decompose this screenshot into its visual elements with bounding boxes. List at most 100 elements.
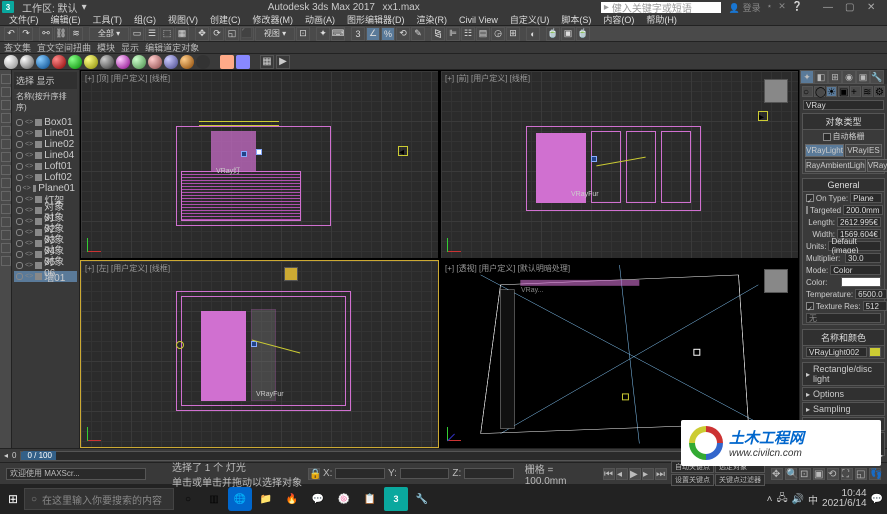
scene-tree-item[interactable]: <>Loft01 (14, 161, 77, 172)
maximize-button[interactable]: ▢ (845, 2, 855, 12)
app-icon-2[interactable]: 📋 (358, 487, 382, 511)
shape-cat-icon[interactable]: ◯ (814, 86, 825, 97)
visibility-icon[interactable] (16, 207, 23, 214)
nav-orbit-button[interactable]: ⟲ (827, 468, 839, 480)
nav-fov-button[interactable]: ▣ (813, 468, 825, 480)
visibility-icon[interactable] (16, 130, 23, 137)
temp-input[interactable]: 6500.0 (855, 289, 887, 299)
tray-vol-icon[interactable]: 🔊 (792, 494, 804, 505)
mirror-button[interactable]: ⧎ (431, 27, 445, 41)
manipulate-button[interactable]: ✦ (316, 27, 330, 41)
lvt-9[interactable] (1, 178, 11, 188)
browser-icon[interactable]: 🔥 (280, 487, 304, 511)
close-button[interactable]: ✕ (867, 2, 877, 12)
vp-label-left[interactable]: [+] [左] [用户定义] [线框] (85, 263, 170, 274)
motion-tab[interactable]: ◉ (842, 70, 856, 84)
mat-orb-1[interactable] (4, 55, 18, 69)
visibility-icon[interactable] (16, 240, 23, 247)
autogrid-checkbox[interactable] (823, 133, 831, 141)
res-input[interactable]: 512 (863, 301, 887, 311)
render-frame-button[interactable]: ▣ (561, 27, 575, 41)
visibility-icon[interactable] (16, 119, 23, 126)
menu-item[interactable]: 动画(A) (300, 13, 340, 26)
object-color-swatch[interactable] (869, 347, 881, 357)
nav-pan-button[interactable]: ✥ (771, 468, 783, 480)
mat-orb-3[interactable] (36, 55, 50, 69)
viewcube-persp-icon[interactable] (764, 269, 788, 293)
render-button[interactable]: 🍵 (576, 27, 590, 41)
scene-tree-item[interactable]: <>Line02 (14, 139, 77, 150)
visibility-icon[interactable] (16, 152, 23, 159)
texture-checkbox[interactable] (806, 302, 814, 310)
select-region[interactable]: ⬚ (160, 27, 174, 41)
mat-orb-5[interactable] (68, 55, 82, 69)
toggle-ribbon[interactable]: ▤ (476, 27, 490, 41)
vp-label-persp[interactable]: [+] [透视] [用户定义] [默认明暗处理] (445, 263, 570, 274)
visibility-icon[interactable] (16, 262, 23, 269)
rollup-header[interactable]: Sampling (802, 402, 885, 416)
snap-button[interactable]: 3 (351, 27, 365, 41)
viewport-left[interactable]: [+] [左] [用户定义] [线框] VRayFur (80, 260, 439, 449)
select-name-button[interactable]: ☰ (145, 27, 159, 41)
scale-button[interactable]: ◱ (225, 27, 239, 41)
play-back-button[interactable]: ◂ (616, 468, 628, 480)
menu-item[interactable]: 帮助(H) (641, 13, 682, 26)
utilities-tab[interactable]: 🔧 (870, 70, 884, 84)
cortana-icon[interactable]: ○ (176, 487, 200, 511)
lvt-8[interactable] (1, 165, 11, 175)
menu-item[interactable]: 修改器(M) (248, 13, 299, 26)
lvt-13[interactable] (1, 230, 11, 240)
rotate-button[interactable]: ⟳ (210, 27, 224, 41)
mat-orb-2[interactable] (20, 55, 34, 69)
mat-orb-11[interactable] (164, 55, 178, 69)
wechat-icon[interactable]: 💬 (306, 487, 330, 511)
visibility-icon[interactable] (16, 273, 23, 280)
hierarchy-tab[interactable]: ⊞ (828, 70, 842, 84)
ribbon-item[interactable]: 编辑道定对象 (145, 41, 199, 54)
nav-walk-button[interactable]: 👣 (869, 468, 881, 480)
ribbon-item[interactable]: 查文集 (4, 41, 31, 54)
render-setup-button[interactable]: 🍵 (546, 27, 560, 41)
menu-item[interactable]: 图形编辑器(D) (342, 13, 410, 26)
nav-region-button[interactable]: ◱ (855, 468, 867, 480)
display-tab[interactable]: ▣ (856, 70, 870, 84)
nav-zoom-button[interactable]: 🔍 (785, 468, 797, 480)
tray-up-icon[interactable]: ˄ (767, 494, 773, 505)
nav-max-button[interactable]: ⛶ (841, 468, 853, 480)
ref-coord[interactable]: 视图 ▾ (255, 27, 295, 41)
align-button[interactable]: ⊫ (446, 27, 460, 41)
app-icon-3[interactable]: 🔧 (410, 487, 434, 511)
visibility-icon[interactable] (16, 141, 23, 148)
on-checkbox[interactable] (806, 194, 814, 202)
vrayies-button[interactable]: VRayIES (845, 144, 882, 157)
schematic-button[interactable]: ⊞ (506, 27, 520, 41)
explorer-icon[interactable]: 📁 (254, 487, 278, 511)
maxscript-mini[interactable]: 欢迎使用 MAXScr... (6, 468, 146, 480)
coord-y-input[interactable] (400, 468, 450, 479)
vraylight-button[interactable]: VRayLight (805, 144, 844, 157)
mat-orb-15[interactable] (236, 55, 250, 69)
visibility-icon[interactable] (16, 229, 23, 236)
3dsmax-taskbar-icon[interactable]: 3 (384, 487, 408, 511)
menu-item[interactable]: 自定义(U) (505, 13, 555, 26)
visibility-icon[interactable] (16, 174, 23, 181)
account-area[interactable]: 👤 登录⋆✕❔ (729, 1, 803, 14)
use-center[interactable]: ⊡ (296, 27, 310, 41)
mat-orb-8[interactable] (116, 55, 130, 69)
placement-button[interactable]: ⬛ (240, 27, 254, 41)
taskbar-search-input[interactable]: ○在这里输入你要搜索的内容 (24, 488, 174, 510)
visibility-icon[interactable] (16, 218, 23, 225)
lvt-11[interactable] (1, 204, 11, 214)
tray-notif-icon[interactable]: 💬 (871, 494, 883, 505)
edge-icon[interactable]: 🌐 (228, 487, 252, 511)
visibility-icon[interactable] (16, 163, 23, 170)
ribbon-item[interactable]: 模块 (97, 41, 115, 54)
minimize-button[interactable]: — (823, 2, 833, 12)
menu-item[interactable]: 编辑(E) (46, 13, 86, 26)
scene-tree-item[interactable]: <>Line01 (14, 128, 77, 139)
vraysun-button[interactable]: VRaySun (867, 159, 887, 172)
menu-item[interactable]: Civil View (454, 15, 503, 25)
bind-button[interactable]: ≋ (69, 27, 83, 41)
camera-cat-icon[interactable]: ▣ (838, 86, 849, 97)
targeted-checkbox[interactable] (806, 206, 808, 214)
